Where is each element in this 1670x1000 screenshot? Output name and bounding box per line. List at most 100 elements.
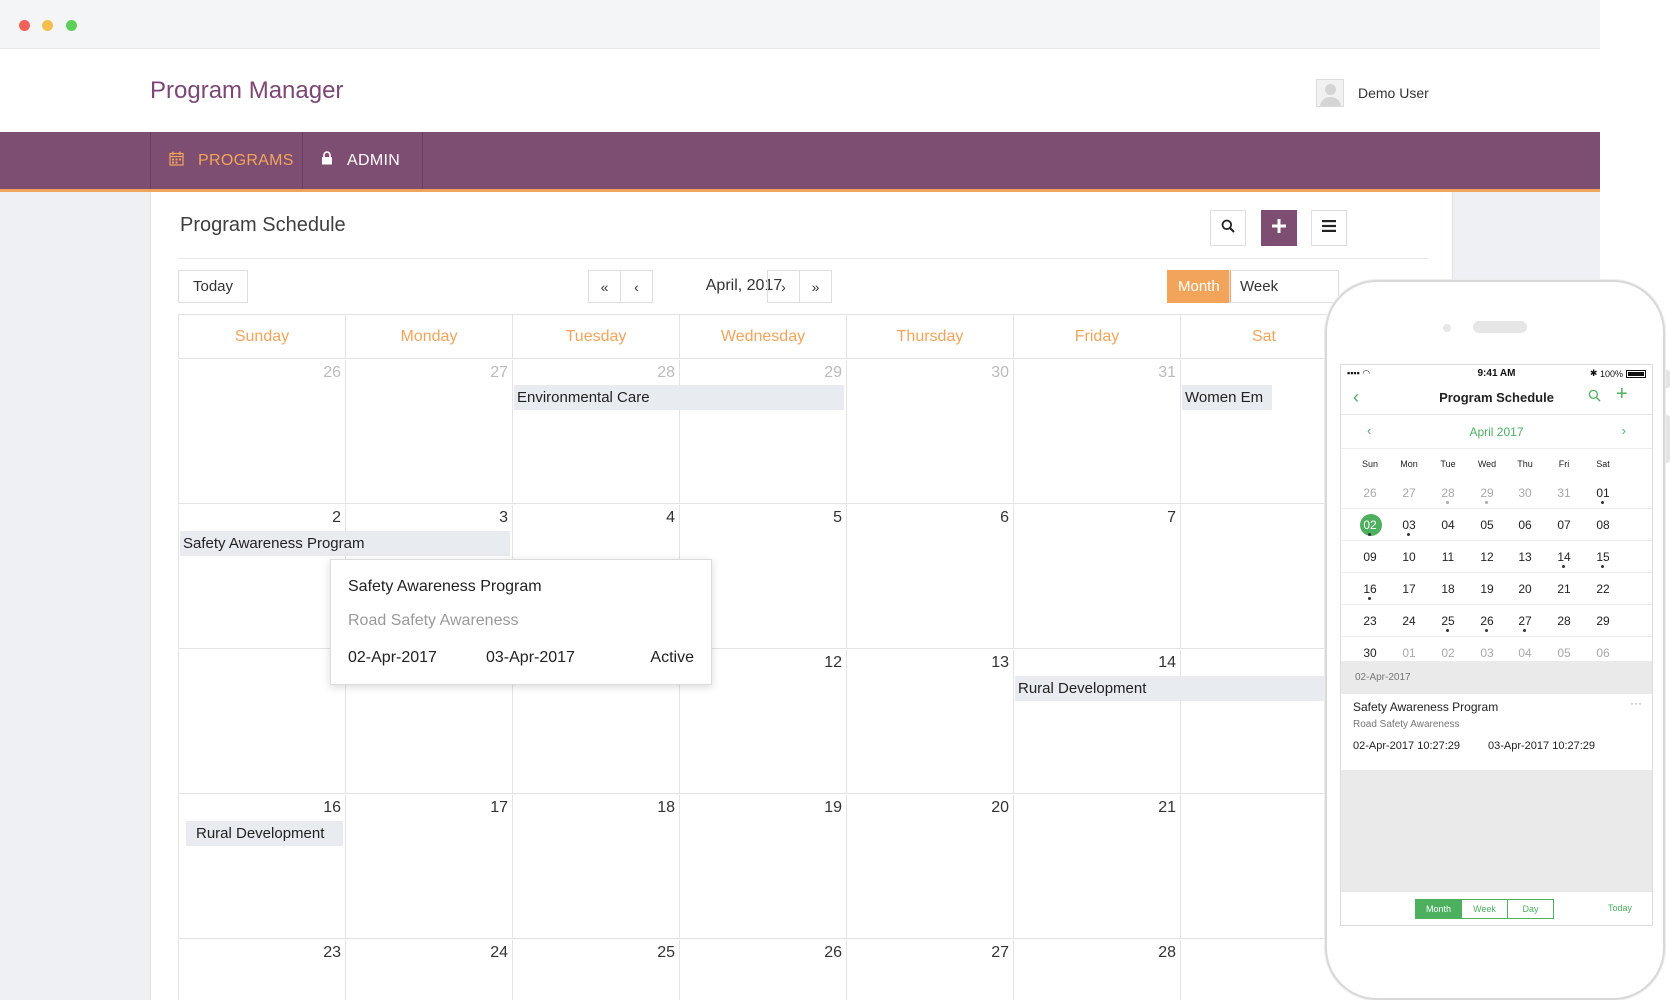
today-button[interactable]: Today [178,270,248,303]
calendar-day-cell[interactable]: 31 [1013,360,1180,504]
event-women-empowerment[interactable]: Women Em [1182,385,1272,410]
mobile-day[interactable]: 01 [1583,477,1623,509]
mobile-tab-month[interactable]: Month [1415,899,1462,919]
view-month-button[interactable]: Month [1167,270,1231,303]
mobile-day[interactable]: 23 [1350,605,1390,637]
calendar-day-cell[interactable]: 20 [846,795,1013,939]
calendar-day-cell[interactable]: 13 [846,650,1013,794]
mobile-day[interactable]: 30 [1505,477,1545,509]
mobile-day[interactable]: 13 [1505,541,1545,573]
calendar-day-cell[interactable]: 28 [1013,940,1180,1000]
calendar-day-cell[interactable] [1180,940,1347,1000]
mobile-day[interactable]: 04 [1428,509,1468,541]
mobile-day[interactable]: 27 [1505,605,1545,637]
day-number: 27 [991,944,1009,961]
mobile-day[interactable]: 28 [1544,605,1584,637]
calendar-day-cell[interactable]: 2 [178,505,345,649]
maximize-window-button[interactable] [66,20,77,31]
calendar-day-cell[interactable] [178,650,345,794]
mobile-day[interactable]: 28 [1428,477,1468,509]
mobile-day[interactable]: 09 [1350,541,1390,573]
mobile-day[interactable]: 08 [1583,509,1623,541]
calendar-day-cell[interactable]: 14 [1013,650,1180,794]
mobile-event-card[interactable]: Safety Awareness Program Road Safety Awa… [1341,694,1652,770]
event-rural-development-continued[interactable]: Rural Development [186,821,343,846]
calendar-day-cell[interactable]: 23 [178,940,345,1000]
mobile-day[interactable]: 20 [1505,573,1545,605]
add-program-button[interactable] [1261,210,1297,246]
mobile-day-selected[interactable]: 02 [1350,509,1390,541]
search-button[interactable] [1210,210,1246,246]
mobile-day[interactable]: 27 [1389,477,1429,509]
plus-icon[interactable]: + [1616,383,1628,406]
mobile-day[interactable]: 24 [1389,605,1429,637]
more-options-icon[interactable]: ··· [1630,696,1642,710]
mobile-day[interactable]: 07 [1544,509,1584,541]
mobile-day[interactable]: 12 [1467,541,1507,573]
calendar-day-cell[interactable]: 27 [345,360,512,504]
calendar-day-cell[interactable]: 19 [679,795,846,939]
calendar-day-cell[interactable]: 18 [512,795,679,939]
close-window-button[interactable] [19,20,30,31]
calendar-icon [169,151,184,171]
mobile-day[interactable]: 11 [1428,541,1468,573]
mobile-day[interactable]: 17 [1389,573,1429,605]
day-number: 13 [991,654,1009,671]
next-month-chevron-icon[interactable]: › [1622,423,1626,438]
menu-button[interactable] [1311,210,1347,246]
mobile-day[interactable]: 29 [1467,477,1507,509]
mobile-day[interactable]: 15 [1583,541,1623,573]
next-year-button[interactable]: » [799,270,832,303]
calendar-day-cell[interactable]: 30 [846,360,1013,504]
mobile-day[interactable]: 29 [1583,605,1623,637]
calendar-day-cell[interactable] [1180,360,1347,504]
calendar-day-cell[interactable] [1180,795,1347,939]
event-safety-awareness[interactable]: Safety Awareness Program [180,531,510,556]
event-environmental-care[interactable]: Environmental Care [514,385,844,410]
mobile-tab-week[interactable]: Week [1461,899,1508,919]
brand-title[interactable]: Program Manager [150,77,343,105]
mobile-day[interactable]: 03 [1389,509,1429,541]
calendar-day-cell[interactable]: 17 [345,795,512,939]
mobile-day[interactable]: 26 [1467,605,1507,637]
day-number: 24 [490,944,508,961]
calendar-day-cell[interactable]: 27 [846,940,1013,1000]
view-week-button[interactable]: Week [1229,270,1339,303]
next-month-button[interactable]: › [767,270,800,303]
mobile-day[interactable]: 16 [1350,573,1390,605]
mobile-tab-day[interactable]: Day [1507,899,1554,919]
user-menu[interactable]: Demo User [1316,79,1429,107]
mobile-day[interactable]: 22 [1583,573,1623,605]
calendar-day-cell[interactable]: 29 [679,360,846,504]
mobile-day[interactable]: 05 [1467,509,1507,541]
search-icon[interactable] [1588,389,1601,407]
mobile-today-button[interactable]: Today [1608,903,1632,913]
nav-item-programs[interactable]: PROGRAMS [150,132,303,189]
calendar-day-cell[interactable]: 7 [1013,505,1180,649]
event-rural-development[interactable]: Rural Development [1015,676,1345,701]
calendar-day-cell[interactable]: 24 [345,940,512,1000]
calendar-day-cell[interactable]: 25 [512,940,679,1000]
lock-icon [321,151,333,170]
calendar-day-cell[interactable]: 16 [178,795,345,939]
calendar-day-cell[interactable]: 26 [178,360,345,504]
minimize-window-button[interactable] [42,20,53,31]
calendar-day-cell[interactable]: 28 [512,360,679,504]
mobile-day[interactable]: 26 [1350,477,1390,509]
mobile-day[interactable]: 25 [1428,605,1468,637]
mobile-day[interactable]: 06 [1505,509,1545,541]
nav-item-admin[interactable]: ADMIN [303,132,423,189]
calendar-day-cell[interactable]: 21 [1013,795,1180,939]
mobile-day[interactable]: 19 [1467,573,1507,605]
mobile-day[interactable]: 21 [1544,573,1584,605]
calendar-day-cell[interactable] [1180,650,1347,794]
calendar-day-cell[interactable]: 26 [679,940,846,1000]
calendar-day-cell[interactable]: 6 [846,505,1013,649]
mobile-day[interactable]: 10 [1389,541,1429,573]
mobile-day[interactable]: 18 [1428,573,1468,605]
prev-year-button[interactable]: « [588,270,621,303]
mobile-day[interactable]: 14 [1544,541,1584,573]
calendar-day-cell[interactable] [1180,505,1347,649]
mobile-day[interactable]: 31 [1544,477,1584,509]
prev-month-button[interactable]: ‹ [620,270,653,303]
